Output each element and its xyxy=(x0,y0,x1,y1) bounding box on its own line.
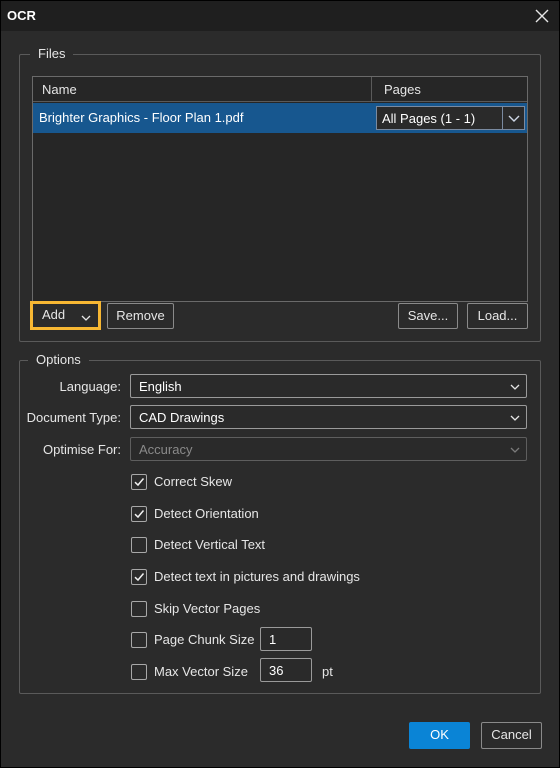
language-dropdown[interactable]: English xyxy=(130,374,527,398)
max-vector-size-value: 36 xyxy=(269,663,284,678)
column-header-pages[interactable]: Pages xyxy=(384,82,421,97)
ocr-dialog: OCR Files Name Pages Brighter Graphics -… xyxy=(0,0,560,768)
cancel-button[interactable]: Cancel xyxy=(481,722,542,749)
page-chunk-size-input[interactable]: 1 xyxy=(260,627,312,651)
ok-button[interactable]: OK xyxy=(409,722,470,749)
page-chunk-size-label: Page Chunk Size xyxy=(154,632,255,647)
document-type-dropdown[interactable]: CAD Drawings xyxy=(130,405,527,429)
detect-vertical-text-checkbox[interactable] xyxy=(131,537,147,553)
max-vector-size-unit: pt xyxy=(322,664,333,679)
detect-text-in-pictures-checkbox[interactable] xyxy=(131,569,147,585)
chevron-down-icon xyxy=(509,444,521,459)
max-vector-size-input[interactable]: 36 xyxy=(260,658,312,682)
files-group: Files Name Pages Brighter Graphics - Flo… xyxy=(19,46,541,342)
options-group-title: Options xyxy=(28,352,89,367)
optimise-for-value: Accuracy xyxy=(139,442,193,457)
checkmark-icon xyxy=(134,573,145,582)
chevron-down-icon xyxy=(509,381,521,396)
close-icon[interactable] xyxy=(531,5,553,27)
pages-dropdown-value: All Pages (1 - 1) xyxy=(382,111,476,126)
pages-dropdown[interactable]: All Pages (1 - 1) xyxy=(376,106,525,130)
title-bar: OCR xyxy=(1,1,559,31)
window-title: OCR xyxy=(7,8,36,23)
add-button[interactable]: Add xyxy=(30,301,101,330)
optimise-for-label: Optimise For: xyxy=(42,442,121,457)
files-group-title: Files xyxy=(30,46,74,61)
language-value: English xyxy=(139,379,182,394)
detect-orientation-label: Detect Orientation xyxy=(154,506,259,521)
document-type-label: Document Type: xyxy=(26,410,121,425)
correct-skew-label: Correct Skew xyxy=(154,474,233,489)
load-button[interactable]: Load... xyxy=(467,303,528,329)
add-button-label: Add xyxy=(42,307,66,322)
save-button[interactable]: Save... xyxy=(398,303,458,329)
detect-vertical-text-label: Detect Vertical Text xyxy=(154,537,266,552)
correct-skew-checkbox[interactable] xyxy=(131,474,147,490)
chevron-down-icon xyxy=(509,412,521,427)
max-vector-size-checkbox[interactable] xyxy=(131,664,147,680)
chevron-down-icon[interactable] xyxy=(502,107,524,129)
skip-vector-pages-checkbox[interactable] xyxy=(131,601,147,617)
checkmark-icon xyxy=(134,478,145,487)
max-vector-size-label: Max Vector Size xyxy=(154,664,248,679)
detect-text-in-pictures-label: Detect text in pictures and drawings xyxy=(154,569,360,584)
detect-orientation-checkbox[interactable] xyxy=(131,506,147,522)
file-name-cell: Brighter Graphics - Floor Plan 1.pdf xyxy=(39,110,244,125)
document-type-value: CAD Drawings xyxy=(139,410,225,425)
chevron-down-icon xyxy=(80,309,92,331)
checkmark-icon xyxy=(134,510,145,519)
optimise-for-dropdown[interactable]: Accuracy xyxy=(130,437,527,461)
table-row[interactable]: Brighter Graphics - Floor Plan 1.pdf All… xyxy=(33,103,527,133)
page-chunk-size-value: 1 xyxy=(269,632,277,647)
page-chunk-size-checkbox[interactable] xyxy=(131,632,147,648)
remove-button[interactable]: Remove xyxy=(107,303,174,329)
files-table[interactable]: Name Pages Brighter Graphics - Floor Pla… xyxy=(32,76,528,302)
column-divider[interactable] xyxy=(371,77,372,102)
table-header: Name Pages xyxy=(33,77,527,102)
language-label: Language: xyxy=(59,379,121,394)
column-header-name[interactable]: Name xyxy=(42,82,77,97)
skip-vector-pages-label: Skip Vector Pages xyxy=(154,601,261,616)
